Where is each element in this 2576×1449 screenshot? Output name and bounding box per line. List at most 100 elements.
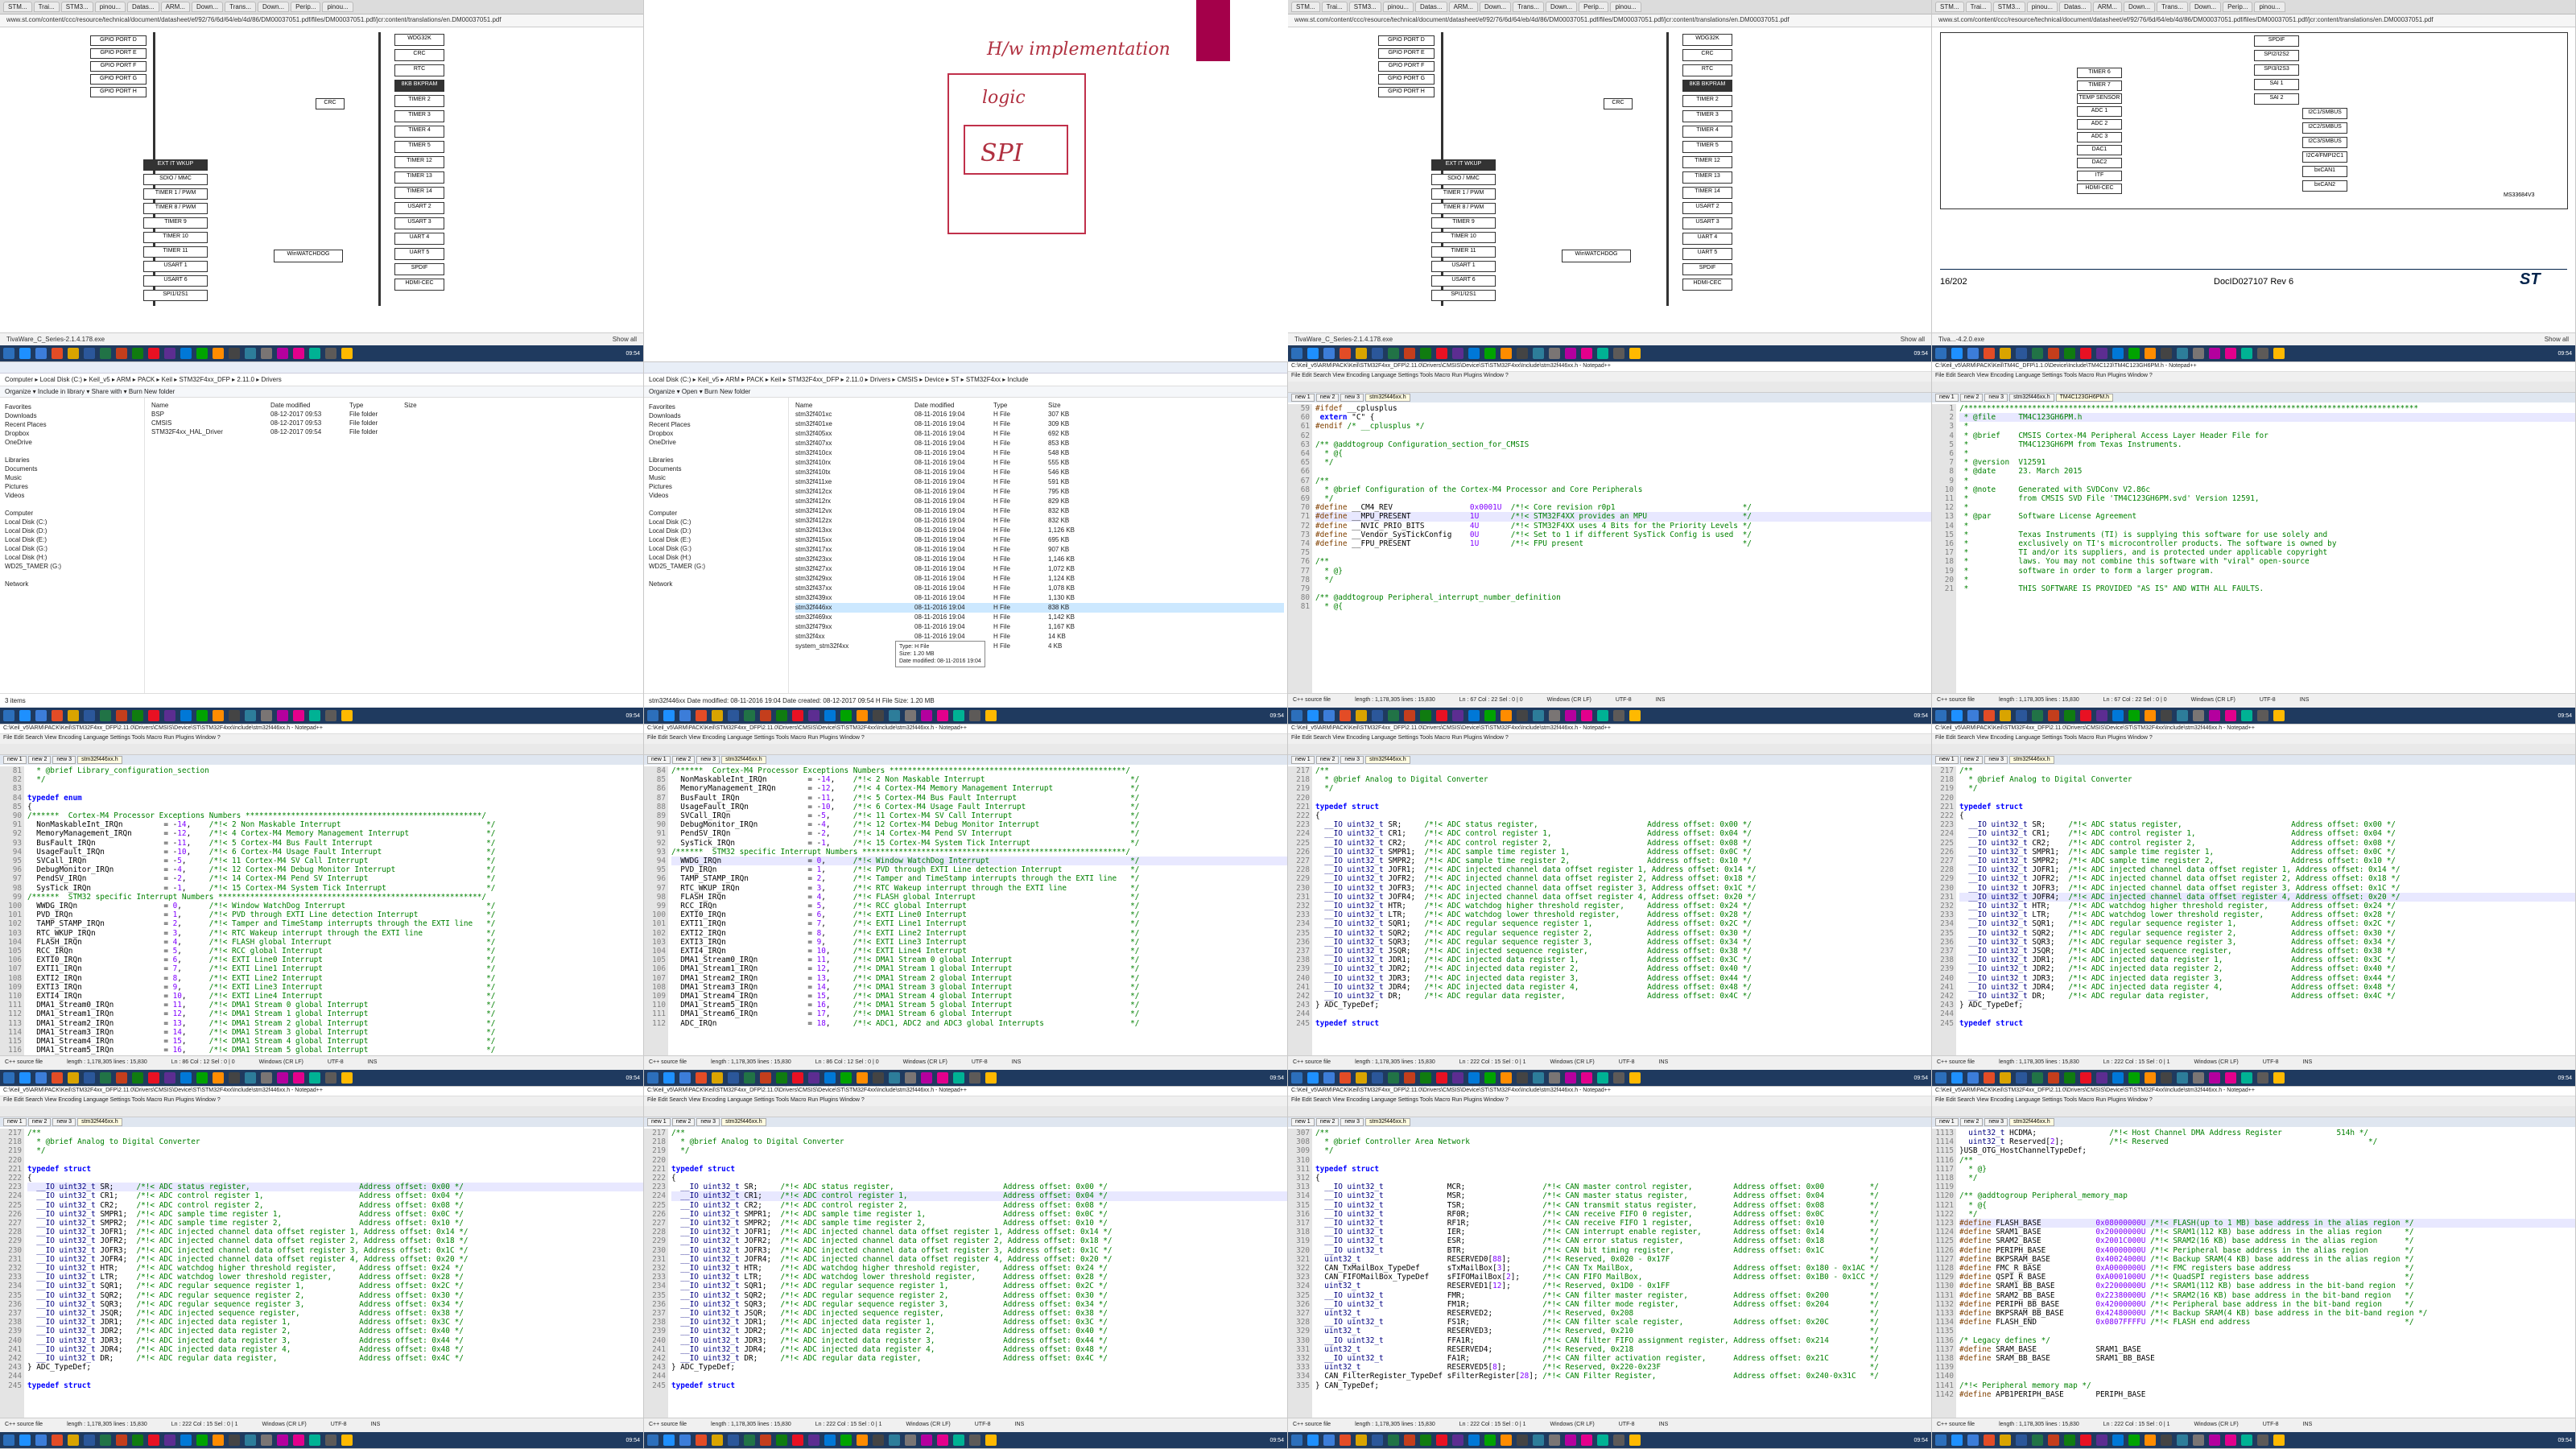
taskbar-app-icon[interactable] xyxy=(180,348,192,359)
taskbar-app-icon[interactable] xyxy=(2080,348,2091,359)
code-line[interactable]: __IO uint32_t JSQR; /*!< ADC injected se… xyxy=(1959,947,2575,956)
nav-item[interactable]: Dropbox xyxy=(649,429,783,438)
code-line[interactable]: * @} xyxy=(1959,1165,2575,1174)
taskbar-app-icon[interactable] xyxy=(808,710,819,721)
code-line[interactable]: __IO uint32_t SQR3; /*!< ADC regular seq… xyxy=(27,1300,643,1309)
taskbar-app-icon[interactable] xyxy=(1549,1435,1560,1446)
taskbar-app-icon[interactable] xyxy=(857,1435,868,1446)
code-line[interactable]: __IO uint32_t JOFR1; /*!< ADC injected c… xyxy=(1959,865,2575,874)
code-line[interactable]: /** xyxy=(27,1129,643,1137)
code-line[interactable]: #define PERIPH_BB_BASE 0x42000000U /*!< … xyxy=(1959,1300,2575,1309)
taskbar-app-icon[interactable] xyxy=(1501,348,1512,359)
code-line[interactable]: __IO uint32_t SMPR2; /*!< ADC sample tim… xyxy=(1315,857,1931,865)
code-line[interactable]: typedef struct xyxy=(27,1381,643,1390)
taskbar-app-icon[interactable] xyxy=(1935,348,1946,359)
taskbar-app-icon[interactable] xyxy=(1436,1072,1447,1084)
code-line[interactable]: __IO uint32_t LTR; /*!< ADC watchdog low… xyxy=(1959,910,2575,919)
taskbar-app-icon[interactable] xyxy=(309,1435,320,1446)
code-line[interactable]: #define FLASH_END 0x0807FFFFU /*!< FLASH… xyxy=(1959,1318,2575,1327)
taskbar-app-icon[interactable] xyxy=(1984,710,1995,721)
taskbar-app-icon[interactable] xyxy=(213,710,224,721)
taskbar-app-icon[interactable] xyxy=(1404,1435,1415,1446)
browser-tab[interactable]: Trans... xyxy=(2157,2,2188,12)
taskbar-app-icon[interactable] xyxy=(2096,348,2107,359)
code-line[interactable]: */ xyxy=(1959,784,2575,793)
nav-item[interactable]: Pictures xyxy=(649,482,783,491)
taskbar-app-icon[interactable] xyxy=(19,1435,31,1446)
browser-tab[interactable]: Down... xyxy=(2189,2,2222,12)
taskbar-app-icon[interactable] xyxy=(1613,1435,1624,1446)
taskbar-app-icon[interactable] xyxy=(1549,1072,1560,1084)
code-line[interactable]: #define __NVIC_PRIO_BITS 4U /*!< STM32F4… xyxy=(1315,522,1931,530)
taskbar-app-icon[interactable] xyxy=(1356,710,1367,721)
taskbar-app-icon[interactable] xyxy=(116,710,127,721)
taskbar-app-icon[interactable] xyxy=(1533,348,1544,359)
taskbar-app-icon[interactable] xyxy=(1935,710,1946,721)
taskbar-app-icon[interactable] xyxy=(647,1072,658,1084)
code-line[interactable]: EXTI2_IRQn = 8, /*!< EXTI Line2 Interrup… xyxy=(671,929,1287,938)
code-line[interactable]: * @note Generated with SVDConv V2.86c xyxy=(1959,485,2575,494)
taskbar-app-icon[interactable] xyxy=(84,710,95,721)
code-line[interactable]: uint32_t RESERVED0[88]; /*!< Reserved, 0… xyxy=(1315,1255,1931,1264)
taskbar-app-icon[interactable] xyxy=(889,1435,900,1446)
taskbar-app-icon[interactable] xyxy=(245,348,256,359)
code-line[interactable]: /** xyxy=(1959,766,2575,775)
taskbar-app-icon[interactable] xyxy=(325,348,336,359)
nav-item[interactable]: Local Disk (E:) xyxy=(5,535,139,544)
editor-tab[interactable]: stm32f446xx.h xyxy=(2009,394,2054,402)
taskbar-app-icon[interactable] xyxy=(132,1072,143,1084)
editor-tab[interactable]: new 1 xyxy=(647,756,671,764)
nav-item[interactable]: Pictures xyxy=(5,482,139,491)
taskbar-app-icon[interactable] xyxy=(1629,710,1641,721)
code-line[interactable] xyxy=(671,1156,1287,1165)
nav-item[interactable]: WD25_TAMER (G:) xyxy=(649,562,783,571)
taskbar-app-icon[interactable] xyxy=(776,1072,787,1084)
code-line[interactable]: /***************************************… xyxy=(1959,404,2575,413)
code-line[interactable]: { xyxy=(1959,811,2575,820)
code-line[interactable]: __IO uint32_t CR2; /*!< ADC control regi… xyxy=(27,1201,643,1210)
taskbar-app-icon[interactable] xyxy=(696,1072,707,1084)
taskbar-app-icon[interactable] xyxy=(1967,1072,1979,1084)
taskbar-app-icon[interactable] xyxy=(1420,348,1431,359)
taskbar-app-icon[interactable] xyxy=(953,1072,964,1084)
code-line[interactable]: * @{ xyxy=(1315,449,1931,458)
taskbar-app-icon[interactable] xyxy=(889,1072,900,1084)
code-line[interactable]: TAMP_STAMP_IRQn = 2, /*!< Tamper and Tim… xyxy=(671,874,1287,883)
taskbar-app-icon[interactable] xyxy=(1517,710,1528,721)
taskbar-app-icon[interactable] xyxy=(679,1072,691,1084)
taskbar-app-icon[interactable] xyxy=(953,710,964,721)
taskbar-app-icon[interactable] xyxy=(100,348,111,359)
taskbar-app-icon[interactable] xyxy=(1468,710,1480,721)
address-bar[interactable]: Computer ▸ Local Disk (C:) ▸ Keil_v5 ▸ A… xyxy=(0,374,643,386)
editor-tab[interactable]: new 2 xyxy=(671,1118,696,1126)
pdf-viewer[interactable]: GPIO PORT D GPIO PORT E GPIO PORT F GPIO PO… xyxy=(0,27,643,332)
whiteboard[interactable]: H/w implementation logic SPI xyxy=(644,0,1288,362)
browser-tab[interactable]: Down... xyxy=(192,2,224,12)
code-line[interactable]: * @version V12591 xyxy=(1959,458,2575,467)
taskbar-app-icon[interactable] xyxy=(1307,348,1319,359)
code-line[interactable]: uint32_t HCDMA; /*!< Host Channel DMA Ad… xyxy=(1959,1129,2575,1137)
taskbar-app-icon[interactable] xyxy=(1484,1072,1496,1084)
taskbar-app-icon[interactable] xyxy=(68,710,79,721)
code-line[interactable]: __IO uint32_t LTR; /*!< ADC watchdog low… xyxy=(27,1273,643,1282)
tab-bar[interactable]: new 1 new 2 new 3 stm32f446xx.h xyxy=(1288,393,1931,402)
code-line[interactable]: /** xyxy=(1315,477,1931,485)
taskbar-app-icon[interactable] xyxy=(148,348,159,359)
taskbar-app-icon[interactable] xyxy=(1436,710,1447,721)
toolbar[interactable] xyxy=(1288,744,1931,755)
list-item[interactable]: CMSIS 08-12-2017 09:53 File folder xyxy=(151,419,640,427)
taskbar-app-icon[interactable] xyxy=(1549,710,1560,721)
taskbar-app-icon[interactable] xyxy=(1517,1435,1528,1446)
editor-tab[interactable]: new 1 xyxy=(1291,756,1315,764)
code-line[interactable]: DMA1_Stream1_IRQn = 12, /*!< DMA1 Stream… xyxy=(671,964,1287,973)
taskbar-app-icon[interactable] xyxy=(969,1072,980,1084)
code-line[interactable]: #define __CM4_REV 0x0001U /*!< Core revi… xyxy=(1315,503,1931,512)
taskbar-app-icon[interactable] xyxy=(213,348,224,359)
browser-tab[interactable]: pinou... xyxy=(1610,2,1641,12)
code-line[interactable] xyxy=(1315,1009,1931,1018)
taskbar-app-icon[interactable] xyxy=(1629,348,1641,359)
code-line[interactable]: */ xyxy=(1315,1146,1931,1155)
taskbar-app-icon[interactable] xyxy=(2273,1435,2285,1446)
taskbar-app-icon[interactable] xyxy=(1967,348,1979,359)
code-line[interactable]: __IO uint32_t HTR; /*!< ADC watchdog hig… xyxy=(27,1264,643,1273)
